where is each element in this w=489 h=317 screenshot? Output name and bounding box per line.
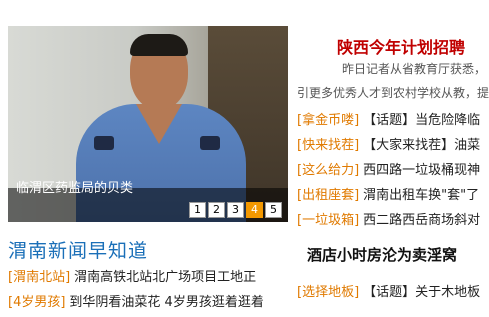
news-tag[interactable]: [一垃圾箱]: [297, 213, 359, 228]
list-item[interactable]: [出租座套] 渭南出租车换"套"了: [297, 185, 489, 210]
pager-button-4[interactable]: 4: [246, 202, 263, 218]
right-news-list: [拿金币喽] 【话题】当危险降临 [快来找茬] 【大家来找茬】油菜 [这么给力] 西四…: [297, 110, 489, 235]
photo-shoulder-badge-left: [94, 136, 114, 150]
list-item[interactable]: [这么给力] 西四路一垃圾桶现神: [297, 160, 489, 185]
summary-line-1: 昨日记者从省教育厅获悉，: [342, 62, 487, 76]
section-title[interactable]: 渭南新闻早知道: [8, 236, 148, 263]
pager-button-3[interactable]: 3: [227, 202, 244, 218]
news-link[interactable]: 【话题】当危险降临: [363, 113, 480, 128]
news-slideshow[interactable]: 临渭区药监局的贝类 1 2 3 4 5: [8, 26, 288, 222]
news-link[interactable]: 渭南高铁北站北广场项目工地正: [74, 270, 256, 285]
news-tag[interactable]: [这么给力]: [297, 163, 359, 178]
news-link[interactable]: 渭南出租车换"套"了: [363, 188, 479, 203]
photo-shoulder-badge-right: [200, 136, 220, 150]
list-item[interactable]: [快来找茬] 【大家来找茬】油菜: [297, 135, 489, 160]
right-news-list-2: [选择地板] 【话题】关于木地板: [297, 282, 489, 307]
news-tag[interactable]: [选择地板]: [297, 285, 359, 300]
pager-button-5[interactable]: 5: [265, 202, 282, 218]
list-item[interactable]: [渭南北站] 渭南高铁北站北广场项目工地正: [8, 267, 290, 292]
list-item[interactable]: [选择地板] 【话题】关于木地板: [297, 282, 489, 307]
headline[interactable]: 陕西今年计划招聘: [337, 34, 465, 58]
news-tag[interactable]: [渭南北站]: [8, 270, 70, 285]
news-link[interactable]: 【话题】关于木地板: [363, 285, 480, 300]
news-link[interactable]: 【大家来找茬】油菜: [363, 138, 480, 153]
pager-button-2[interactable]: 2: [208, 202, 225, 218]
news-link[interactable]: 西二路西岳商场斜对: [363, 213, 480, 228]
news-tag[interactable]: [出租座套]: [297, 188, 359, 203]
right-column: 陕西今年计划招聘 昨日记者从省教育厅获悉， 引更多优秀人才到农村学校从教，提 […: [297, 0, 489, 310]
secondary-headline[interactable]: 酒店小时房沦为卖淫窝: [307, 244, 457, 265]
list-item[interactable]: [4岁男孩] 到华阴看油菜花 4岁男孩逛着逛着: [8, 292, 290, 317]
news-tag[interactable]: [拿金币喽]: [297, 113, 359, 128]
slideshow-caption[interactable]: 临渭区药监局的贝类: [16, 177, 133, 196]
news-tag[interactable]: [快来找茬]: [297, 138, 359, 153]
left-column: 临渭区药监局的贝类 1 2 3 4 5 渭南新闻早知道 [渭南北站] 渭南高铁北站…: [0, 0, 290, 310]
list-item[interactable]: [拿金币喽] 【话题】当危险降临: [297, 110, 489, 135]
summary-line-2: 引更多优秀人才到农村学校从教，提: [297, 86, 489, 100]
news-link[interactable]: 到华阴看油菜花 4岁男孩逛着逛着: [69, 295, 263, 310]
slideshow-pager: 1 2 3 4 5: [189, 202, 282, 218]
list-item[interactable]: [一垃圾箱] 西二路西岳商场斜对: [297, 210, 489, 235]
news-link[interactable]: 西四路一垃圾桶现神: [363, 163, 480, 178]
pager-button-1[interactable]: 1: [189, 202, 206, 218]
photo-person-hair: [130, 34, 188, 56]
news-tag[interactable]: [4岁男孩]: [8, 295, 65, 310]
